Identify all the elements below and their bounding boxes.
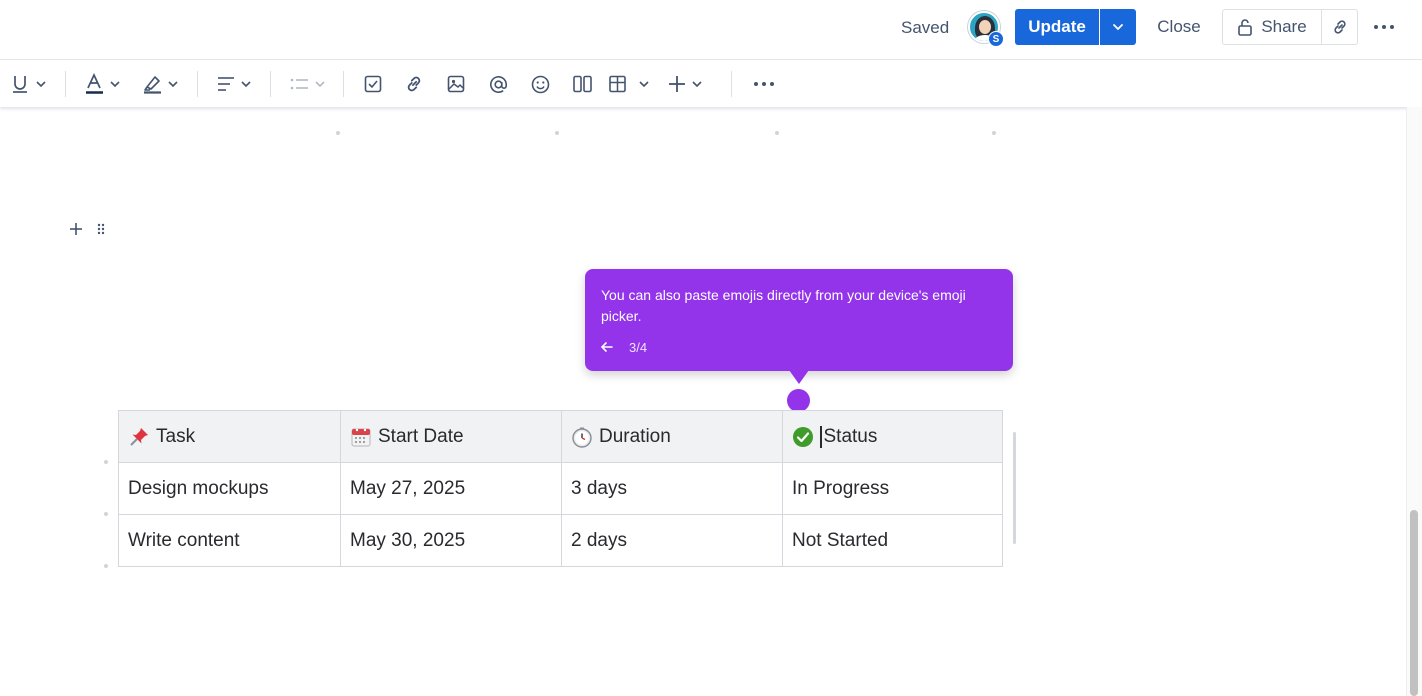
add-block-button[interactable]: [67, 219, 85, 239]
text-color-icon: [86, 73, 120, 94]
columns-layout-icon: [572, 75, 592, 93]
update-options-button[interactable]: [1100, 9, 1136, 45]
pushpin-icon: [128, 426, 150, 448]
row-guide-dot: [104, 564, 108, 568]
link-icon: [1333, 20, 1346, 34]
tooltip-step-counter: 3/4: [629, 340, 648, 355]
table-cell[interactable]: 3 days: [561, 462, 783, 515]
underline-icon: [13, 76, 46, 93]
table-cell[interactable]: May 30, 2025: [340, 514, 562, 567]
emoji-icon: [531, 75, 549, 93]
update-button[interactable]: Update: [1015, 9, 1099, 45]
layout-guide-dot: [555, 131, 559, 135]
toolbar-divider: [731, 71, 732, 97]
mention-button[interactable]: [485, 69, 511, 99]
toolbar-divider: [197, 71, 198, 97]
insert-table-button[interactable]: [606, 69, 654, 99]
text-color-button[interactable]: [82, 69, 126, 99]
table-cell[interactable]: May 27, 2025: [340, 462, 562, 515]
share-label: Share: [1261, 17, 1307, 36]
layout-guide-dot: [992, 131, 996, 135]
share-button[interactable]: Share: [1222, 9, 1322, 45]
layout-guide-dot: [336, 131, 340, 135]
scrollbar-thumb[interactable]: [1410, 510, 1418, 696]
row-guide-dot: [104, 460, 108, 464]
avatar-face: [979, 20, 991, 34]
saved-status: Saved: [901, 18, 950, 37]
alignment-button[interactable]: [213, 69, 257, 99]
underline-button[interactable]: [8, 69, 52, 99]
more-icon: [1374, 25, 1394, 29]
table-cell[interactable]: Not Started: [782, 514, 1003, 567]
layout-guide-dot: [775, 131, 779, 135]
highlight-button[interactable]: [140, 69, 184, 99]
clock-icon: [571, 426, 593, 448]
checkbox-icon: [364, 75, 382, 93]
table-cell[interactable]: 2 days: [561, 514, 783, 567]
action-item-button[interactable]: [360, 69, 386, 99]
tooltip-message: You can also paste emojis directly from …: [601, 287, 966, 324]
tooltip-back-button[interactable]: [599, 339, 615, 355]
link-icon: [407, 76, 421, 92]
onboarding-tooltip: You can also paste emojis directly from …: [585, 269, 1013, 371]
unlock-icon: [1238, 19, 1253, 36]
toolbar-divider: [343, 71, 344, 97]
toolbar-divider: [65, 71, 66, 97]
table-row: Write content May 30, 2025 2 days Not St…: [118, 514, 1003, 567]
list-button[interactable]: [285, 69, 329, 99]
more-icon: [754, 82, 774, 86]
avatar-badge: S: [988, 31, 1004, 47]
editor-header: Saved S Update Close Share: [0, 0, 1422, 60]
header-label: Start Date: [378, 425, 464, 447]
layout-button[interactable]: [569, 69, 595, 99]
check-mark-icon: [792, 426, 814, 448]
mention-icon: [489, 75, 507, 93]
insert-element-button[interactable]: [664, 69, 712, 99]
more-actions-button[interactable]: [1370, 9, 1398, 45]
table-resize-handle[interactable]: [1013, 432, 1016, 544]
bullet-list-icon: [290, 78, 325, 90]
align-left-icon: [218, 77, 251, 91]
table-cell[interactable]: Design mockups: [118, 462, 341, 515]
tooltip-pointer: [789, 370, 809, 384]
table-cell[interactable]: Write content: [118, 514, 341, 567]
header-cell-duration[interactable]: Duration: [561, 410, 783, 463]
drag-handle[interactable]: [93, 219, 109, 239]
table-header-row: Task Start Date Duration Status: [118, 410, 1003, 463]
more-formatting-button[interactable]: [750, 69, 778, 99]
plus-icon: [70, 223, 82, 235]
header-label: Task: [156, 425, 196, 447]
insert-link-button[interactable]: [401, 69, 427, 99]
task-table: Task Start Date Duration Status Design m…: [118, 410, 1003, 567]
header-cell-task[interactable]: Task: [118, 410, 341, 463]
chevron-down-icon: [1113, 24, 1123, 31]
header-cell-status[interactable]: Status: [782, 410, 1003, 463]
row-guide-dot: [104, 512, 108, 516]
header-label: Duration: [599, 425, 671, 447]
copy-link-button[interactable]: [1321, 9, 1358, 45]
formatting-toolbar: [0, 61, 1422, 107]
text-cursor: [820, 425, 822, 448]
arrow-left-icon: [600, 342, 613, 352]
drag-handle-icon: [97, 223, 105, 235]
image-icon: [447, 75, 465, 93]
highlight-icon: [144, 76, 178, 94]
table-cell[interactable]: In Progress: [782, 462, 1003, 515]
table-icon: [609, 75, 649, 93]
header-cell-start-date[interactable]: Start Date: [340, 410, 562, 463]
close-button[interactable]: Close: [1146, 9, 1212, 45]
calendar-icon: [350, 426, 372, 448]
table-row: Design mockups May 27, 2025 3 days In Pr…: [118, 462, 1003, 515]
insert-image-button[interactable]: [443, 69, 469, 99]
emoji-button[interactable]: [527, 69, 553, 99]
tooltip-beacon[interactable]: [787, 389, 810, 412]
header-label: Status: [823, 425, 878, 447]
toolbar-divider: [270, 71, 271, 97]
plus-icon: [669, 76, 702, 92]
